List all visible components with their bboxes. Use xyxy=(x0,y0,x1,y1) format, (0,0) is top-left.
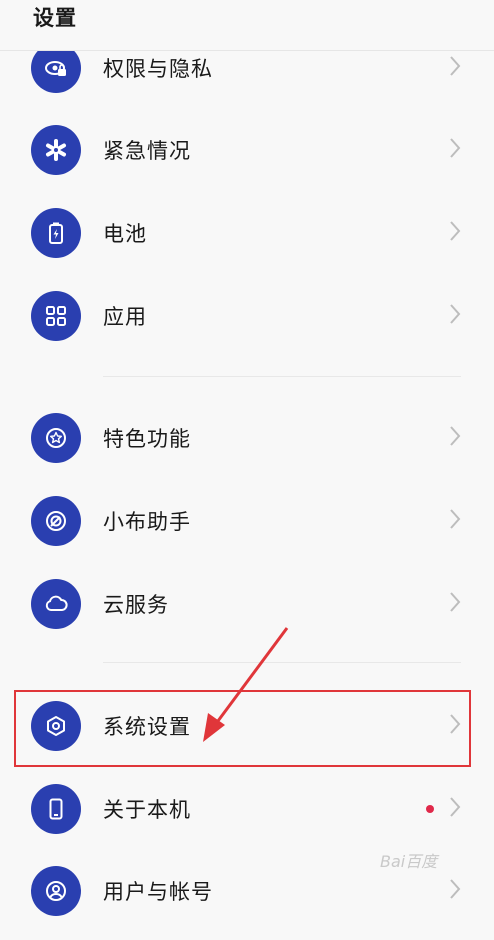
settings-item-label: 云服务 xyxy=(103,593,169,617)
chevron-right-icon xyxy=(448,53,468,81)
settings-item-label: 权限与隐私 xyxy=(103,57,213,81)
page-title: 设置 xyxy=(33,6,77,30)
chevron-right-icon xyxy=(448,794,468,822)
star-badge-icon xyxy=(31,413,81,463)
chevron-right-icon xyxy=(448,218,468,246)
battery-icon xyxy=(31,208,81,258)
chevron-right-icon xyxy=(448,589,468,617)
phone-icon xyxy=(31,784,81,834)
settings-item-assistant[interactable]: 小布助手 xyxy=(0,488,494,570)
settings-item-battery[interactable]: 电池 xyxy=(0,200,494,282)
settings-item-label: 应用 xyxy=(103,305,147,329)
apps-grid-icon xyxy=(31,291,81,341)
chevron-right-icon xyxy=(448,876,468,904)
chevron-right-icon xyxy=(448,301,468,329)
section-divider xyxy=(103,376,461,377)
settings-item-label: 小布助手 xyxy=(103,510,191,534)
annotation-arrow xyxy=(203,627,289,742)
settings-item-label: 紧急情况 xyxy=(103,139,191,163)
assistant-icon xyxy=(31,496,81,546)
notification-dot xyxy=(426,805,434,813)
watermark: Bai百度 xyxy=(380,852,438,871)
chevron-right-icon xyxy=(448,506,468,534)
chevron-right-icon xyxy=(448,135,468,163)
settings-item-features[interactable]: 特色功能 xyxy=(0,405,494,487)
settings-item-emergency[interactable]: 紧急情况 xyxy=(0,117,494,199)
settings-item-apps[interactable]: 应用 xyxy=(0,283,494,365)
settings-item-about[interactable]: 关于本机 xyxy=(0,776,494,858)
user-icon xyxy=(31,866,81,916)
page-header: 设置 xyxy=(0,0,494,51)
chevron-right-icon xyxy=(448,423,468,451)
cloud-icon xyxy=(31,579,81,629)
settings-item-label: 电池 xyxy=(103,222,147,246)
settings-item-label: 特色功能 xyxy=(103,427,191,451)
emergency-asterisk-icon xyxy=(31,125,81,175)
settings-item-label: 关于本机 xyxy=(103,798,191,822)
